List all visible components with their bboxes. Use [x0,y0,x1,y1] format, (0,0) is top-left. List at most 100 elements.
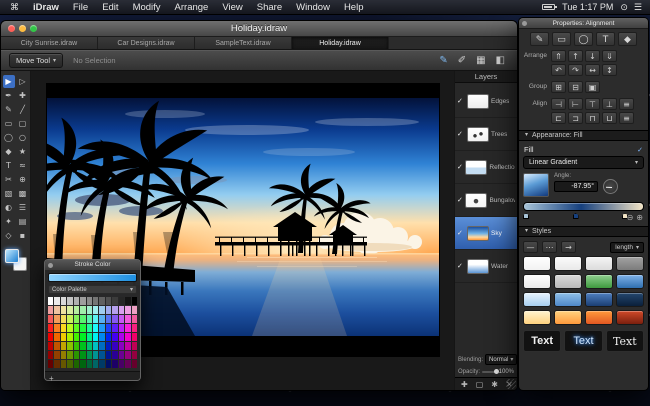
popup-titlebar[interactable]: Stroke Color [45,260,140,270]
panels-icon[interactable]: ◧ [496,55,505,66]
tab-holiday-idraw[interactable]: Holiday.idraw [292,37,389,49]
palette-swatch[interactable] [93,324,98,332]
align-button-0-2[interactable]: ⊤ [585,98,600,110]
hand-tool[interactable]: ☰ [17,201,29,214]
palette-swatch[interactable] [132,360,137,368]
palette-swatch[interactable] [74,306,79,314]
palette-swatch[interactable] [125,360,130,368]
tab-car-designs-idraw[interactable]: Car Designs.idraw [98,37,195,49]
palette-swatch[interactable] [87,351,92,359]
style-swatch-10[interactable] [585,292,613,307]
text-icon[interactable]: T [596,32,615,46]
palette-swatch[interactable] [106,324,111,332]
shape-icon[interactable]: ▭ [552,32,571,46]
arrange-button-1-3[interactable]: ↕ [602,64,617,76]
palette-swatch[interactable] [99,297,104,305]
palette-swatch[interactable] [112,342,117,350]
length-select[interactable]: length ▾ [610,242,644,253]
text-style-tile-2[interactable]: Text [606,330,644,352]
palette-swatch[interactable] [61,342,66,350]
status-icon-0[interactable]: ⊙ [620,2,628,13]
palette-swatch[interactable] [54,297,59,305]
add-anchor-tool[interactable]: ✚ [17,89,29,102]
palette-swatch[interactable] [106,306,111,314]
palette-swatch[interactable] [48,297,53,305]
grid-icon[interactable]: ▦ [476,55,485,66]
palette-swatch[interactable] [119,342,124,350]
palette-swatch[interactable] [54,306,59,314]
palette-swatch[interactable] [93,351,98,359]
palette-swatch[interactable] [87,360,92,368]
circle-tool[interactable]: ○ [17,131,29,144]
ellipse-icon[interactable]: ◯ [574,32,593,46]
palette-swatch[interactable] [99,324,104,332]
menu-clock[interactable]: Tue 1:17 PM [562,2,613,12]
ellipse-tool[interactable]: ◯ [3,131,15,144]
gradient-tool[interactable]: ▧ [3,187,15,200]
align-button-0-3[interactable]: ⊥ [602,98,617,110]
palette-swatch[interactable] [67,342,72,350]
palette-swatch[interactable] [54,351,59,359]
palette-swatch[interactable] [61,324,66,332]
palette-swatch[interactable] [119,324,124,332]
style-swatch-12[interactable] [523,310,551,325]
palette-swatch[interactable] [87,342,92,350]
text-style-tile-1[interactable]: Text [564,330,602,352]
style-control-0[interactable]: — [523,241,538,253]
pattern-tool[interactable]: ▤ [17,215,29,228]
palette-swatch[interactable] [119,315,124,323]
layer-row-bungalows[interactable]: ✓Bungalows [455,184,517,217]
palette-swatch[interactable] [125,306,130,314]
palette-swatch[interactable] [74,297,79,305]
align-button-0-1[interactable]: ⊢ [568,98,583,110]
palette-swatch[interactable] [93,297,98,305]
group-button-0-2[interactable]: ▣ [585,81,600,93]
opacity-slider[interactable] [482,371,497,373]
style-swatch-14[interactable] [585,310,613,325]
style-swatch-9[interactable] [554,292,582,307]
layer-visibility-check[interactable]: ✓ [457,262,465,270]
palette-swatch[interactable] [61,297,66,305]
align-button-0-0[interactable]: ⊣ [551,98,566,110]
fill-type-select[interactable]: Linear Gradient ▾ [523,156,644,169]
gradient-stop-button-0[interactable]: ⊖ [627,213,634,222]
menu-item-modify[interactable]: Modify [126,0,168,15]
palette-swatch[interactable] [61,351,66,359]
layer-row-sky[interactable]: ✓Sky [455,217,517,250]
palette-swatch[interactable] [87,297,92,305]
layer-row-water[interactable]: ✓Water [455,250,517,283]
palette-swatch[interactable] [87,333,92,341]
arrange-button-1-1[interactable]: ↷ [568,64,583,76]
layer-visibility-check[interactable]: ✓ [457,130,465,138]
palette-swatch[interactable] [99,306,104,314]
palette-swatch[interactable] [80,351,85,359]
palette-swatch[interactable] [132,342,137,350]
style-swatch-5[interactable] [554,274,582,289]
opacity-slider-knob[interactable] [494,369,499,374]
palette-swatch[interactable] [61,333,66,341]
menu-item-file[interactable]: File [66,0,95,15]
arrange-button-0-2[interactable]: ↓ [585,50,600,62]
palette-swatch[interactable] [119,306,124,314]
draw-icon[interactable]: ✎ [530,32,549,46]
style-swatch-3[interactable] [616,256,644,271]
style-swatch-7[interactable] [616,274,644,289]
shade-tool[interactable]: ◐ [3,201,15,214]
align-button-1-2[interactable]: ⊓ [585,112,600,124]
style-control-1[interactable]: ⋯ [542,241,557,253]
properties-close-button[interactable] [522,21,527,26]
palette-swatch[interactable] [99,351,104,359]
layer-row-edges[interactable]: ✓Edges [455,85,517,118]
palette-swatch[interactable] [106,315,111,323]
arrange-button-0-3[interactable]: ⇓ [602,50,617,62]
palette-swatch[interactable] [67,333,72,341]
palette-swatch[interactable] [93,342,98,350]
align-button-1-3[interactable]: ⊔ [602,112,617,124]
tab-sampletext-idraw[interactable]: SampleText.idraw [195,37,292,49]
line-tool[interactable]: ╱ [17,103,29,116]
direct-select-tool[interactable]: ▷ [17,75,29,88]
palette-swatch[interactable] [67,351,72,359]
palette-swatch[interactable] [125,297,130,305]
menu-item-window[interactable]: Window [289,0,337,15]
style-swatch-2[interactable] [585,256,613,271]
